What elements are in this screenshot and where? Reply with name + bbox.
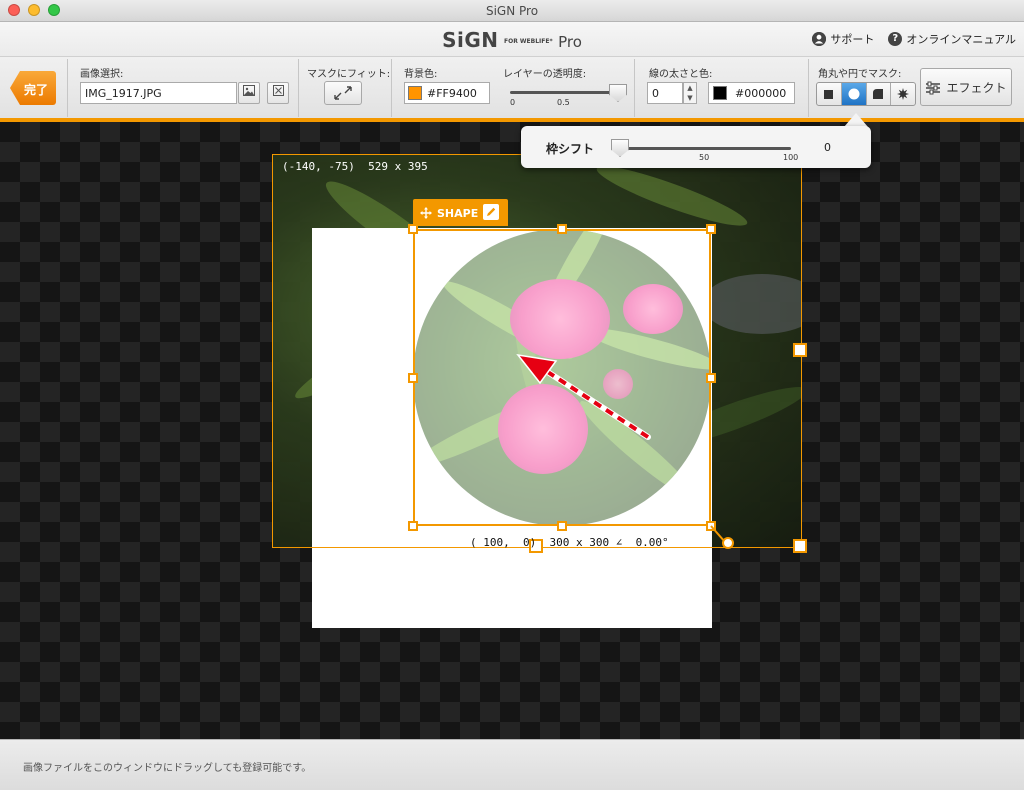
- opacity-slider-track[interactable]: [510, 91, 618, 94]
- support-label: サポート: [830, 33, 875, 46]
- logo-pro: Pro: [558, 33, 582, 51]
- frame-shift-tick-100: 100: [783, 153, 799, 162]
- image-right-handle[interactable]: [793, 343, 807, 357]
- user-icon: [812, 32, 827, 46]
- square-mask-option[interactable]: [817, 83, 842, 105]
- image-icon: [243, 85, 255, 96]
- effect-label: エフェクト: [946, 81, 1007, 95]
- status-bar: 画像ファイルをこのウィンドウにドラッグしても登録可能です。: [0, 739, 1024, 790]
- manual-label: オンラインマニュアル: [906, 33, 1016, 46]
- support-link[interactable]: サポート: [812, 31, 874, 47]
- image-coordinate-readout: (-140, -75) 529 x 395: [282, 160, 428, 173]
- edit-shape-button[interactable]: [483, 204, 499, 220]
- fit-label: マスクにフィット:: [307, 69, 391, 80]
- shape-bottom-left-handle[interactable]: [408, 521, 418, 531]
- corner-mask-option[interactable]: [867, 83, 892, 105]
- frame-shift-popover: 枠シフト 50 100 0: [521, 126, 871, 168]
- opacity-label: レイヤーの透明度:: [503, 69, 587, 80]
- popover-arrow: [844, 113, 868, 127]
- starburst-icon: [897, 88, 910, 100]
- effect-button[interactable]: エフェクト: [920, 68, 1012, 106]
- shape-coordinate-readout: ( 100, 0) 300 x 300 ∠ 0.00°: [470, 536, 669, 549]
- circle-mask-option[interactable]: [841, 83, 867, 105]
- shape-top-handle[interactable]: [557, 224, 567, 234]
- shape-bottom-handle[interactable]: [557, 521, 567, 531]
- logo-main: SiGN: [442, 28, 499, 52]
- square-icon: [824, 89, 834, 99]
- opacity-min-tick: 0: [510, 98, 516, 107]
- mask-label: 角丸や円でマスク:: [818, 69, 902, 80]
- shape-selection-frame[interactable]: [413, 229, 711, 526]
- opacity-mid-tick: 0.5: [557, 98, 570, 107]
- window-title: SiGN Pro: [485, 4, 539, 18]
- toolbar-divider: [808, 59, 809, 117]
- clear-icon: [272, 85, 284, 96]
- app-header: SiGN FOR WEBLIFE* Pro サポート ? オンラインマニュアル: [0, 22, 1024, 56]
- circle-icon: [848, 88, 860, 100]
- frame-shift-label: 枠シフト: [546, 142, 595, 156]
- shape-top-left-handle[interactable]: [408, 224, 418, 234]
- image-corner-handle[interactable]: [793, 539, 807, 553]
- line-width-field[interactable]: 0: [647, 82, 683, 104]
- move-icon: [420, 207, 432, 219]
- sliders-icon: [926, 81, 941, 94]
- image-clear-button[interactable]: [267, 82, 289, 104]
- fit-mask-button[interactable]: [324, 81, 362, 105]
- toolbar-divider: [298, 59, 299, 117]
- shape-tag[interactable]: SHAPE: [413, 199, 508, 226]
- done-label: 完了: [24, 83, 49, 97]
- toolbar-divider: [67, 59, 68, 117]
- line-color-swatch[interactable]: [713, 86, 727, 100]
- burst-mask-option[interactable]: [891, 83, 915, 105]
- manual-link[interactable]: ? オンラインマニュアル: [888, 31, 1016, 47]
- help-icon: ?: [888, 32, 903, 46]
- line-width-stepper[interactable]: ▲ ▼: [683, 82, 697, 104]
- bg-color-swatch[interactable]: [408, 86, 422, 100]
- rotate-handle[interactable]: [722, 537, 734, 549]
- rounded-corner-icon: [873, 89, 884, 99]
- line-label: 線の太さと色:: [649, 69, 713, 80]
- frame-shift-slider-track[interactable]: [613, 147, 791, 150]
- bg-color-label: 背景色:: [404, 69, 438, 80]
- shape-left-handle[interactable]: [408, 373, 418, 383]
- frame-shift-tick-50: 50: [699, 153, 710, 162]
- shape-top-right-handle[interactable]: [706, 224, 716, 234]
- image-select-label: 画像選択:: [80, 69, 124, 80]
- image-browse-button[interactable]: [238, 82, 260, 104]
- status-message: 画像ファイルをこのウィンドウにドラッグしても登録可能です。: [23, 763, 312, 774]
- mask-shape-segmented-control: [816, 82, 916, 106]
- pencil-icon: [487, 207, 496, 216]
- opacity-slider-knob[interactable]: [609, 84, 627, 102]
- expand-icon: [334, 86, 352, 100]
- title-bar: SiGN Pro: [0, 0, 1024, 22]
- done-button[interactable]: 完了: [10, 71, 56, 105]
- logo-small: FOR WEBLIFE*: [504, 38, 553, 45]
- image-file-field[interactable]: IMG_1917.JPG: [80, 82, 237, 104]
- frame-shift-slider-knob[interactable]: [611, 139, 629, 157]
- frame-shift-value: 0: [824, 141, 831, 154]
- shape-tag-label: SHAPE: [437, 207, 479, 220]
- toolbar-divider: [391, 59, 392, 117]
- shape-right-handle[interactable]: [706, 373, 716, 383]
- toolbar-divider: [634, 59, 635, 117]
